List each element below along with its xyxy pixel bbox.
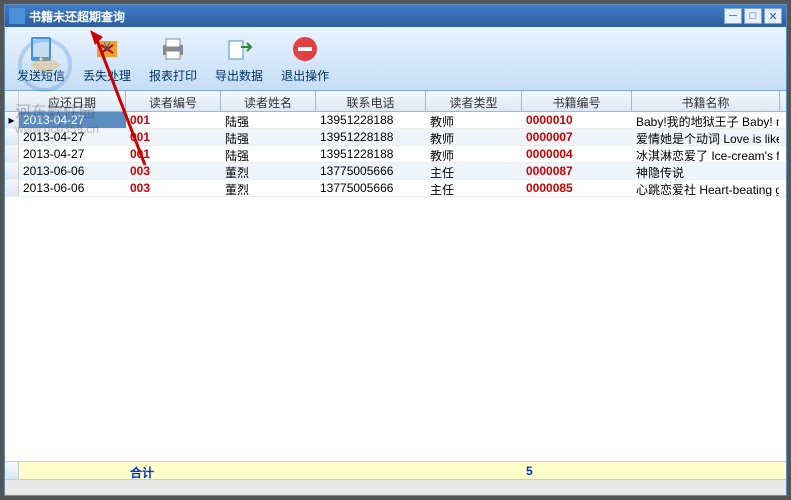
close-button[interactable]: ✕ xyxy=(764,8,782,24)
cell-reader-id: 001 xyxy=(126,146,221,162)
window-title: 书籍未还超期查询 xyxy=(29,8,724,25)
horizontal-scrollbar[interactable] xyxy=(5,479,786,495)
main-window: 书籍未还超期查询 ─ □ ✕ 发送短信 ¥ 丢失处理 报表打印 xyxy=(4,4,787,496)
toolbar: 发送短信 ¥ 丢失处理 报表打印 导出数据 退出操作 xyxy=(5,27,786,91)
footer-empty xyxy=(426,462,522,479)
print-icon xyxy=(157,33,189,65)
cell-date: 2013-04-27 xyxy=(19,146,126,162)
cell-phone: 13775005666 xyxy=(316,180,426,196)
footer-count: 5 xyxy=(522,462,632,479)
print-label: 报表打印 xyxy=(149,67,197,84)
footer-empty xyxy=(221,462,316,479)
lost-icon: ¥ xyxy=(91,33,123,65)
cell-reader-name: 董烈 xyxy=(221,163,316,179)
cell-reader-name: 陆强 xyxy=(221,112,316,128)
titlebar[interactable]: 书籍未还超期查询 ─ □ ✕ xyxy=(5,5,786,27)
footer-empty xyxy=(632,462,780,479)
cell-book-id: 0000087 xyxy=(522,163,632,179)
cell-phone: 13951228188 xyxy=(316,129,426,145)
cell-book-name: 心跳恋爱社 Heart-beating grou xyxy=(632,180,780,196)
cell-book-name: 神隐传说 xyxy=(632,163,780,179)
cell-book-id: 0000004 xyxy=(522,146,632,162)
grid-footer: 合计 5 xyxy=(5,461,786,479)
footer-empty xyxy=(316,462,426,479)
cell-date: 2013-06-06 xyxy=(19,180,126,196)
cell-reader-type: 主任 xyxy=(426,180,522,196)
row-indicator xyxy=(5,129,19,145)
cell-reader-id: 001 xyxy=(126,112,221,128)
cell-reader-id: 003 xyxy=(126,163,221,179)
exit-label: 退出操作 xyxy=(281,67,329,84)
row-indicator xyxy=(5,146,19,162)
row-indicator-header xyxy=(5,91,19,111)
cell-book-name: 爱情她是个动词 Love is like a xyxy=(632,129,780,145)
cell-reader-name: 董烈 xyxy=(221,180,316,196)
col-reader-type[interactable]: 读者类型 xyxy=(426,91,522,111)
cell-book-id: 0000085 xyxy=(522,180,632,196)
lost-handle-button[interactable]: ¥ 丢失处理 xyxy=(75,29,139,88)
table-row[interactable]: 2013-06-06 003 董烈 13775005666 主任 0000087… xyxy=(5,163,786,180)
cell-reader-type: 教师 xyxy=(426,146,522,162)
cell-book-id: 0000007 xyxy=(522,129,632,145)
cell-date: 2013-04-27 xyxy=(19,112,126,128)
cell-book-name: Baby!我的地狱王子 Baby! my he xyxy=(632,112,780,128)
data-grid: 应还日期 读者编号 读者姓名 联系电话 读者类型 书籍编号 书籍名称 ▸ 201… xyxy=(5,91,786,495)
table-row[interactable]: 2013-04-27 001 陆强 13951228188 教师 0000007… xyxy=(5,129,786,146)
cell-reader-name: 陆强 xyxy=(221,146,316,162)
minimize-button[interactable]: ─ xyxy=(724,8,742,24)
cell-date: 2013-04-27 xyxy=(19,129,126,145)
exit-button[interactable]: 退出操作 xyxy=(273,29,337,88)
svg-text:¥: ¥ xyxy=(103,40,111,54)
cell-phone: 13951228188 xyxy=(316,112,426,128)
cell-book-id: 0000010 xyxy=(522,112,632,128)
exit-icon xyxy=(289,33,321,65)
cell-reader-name: 陆强 xyxy=(221,129,316,145)
footer-date xyxy=(19,462,126,479)
row-indicator xyxy=(5,180,19,196)
table-row[interactable]: 2013-06-06 003 董烈 13775005666 主任 0000085… xyxy=(5,180,786,197)
cell-phone: 13775005666 xyxy=(316,163,426,179)
cell-book-name: 冰淇淋恋爱了 Ice-cream's fall xyxy=(632,146,780,162)
grid-body[interactable]: ▸ 2013-04-27 001 陆强 13951228188 教师 00000… xyxy=(5,112,786,461)
col-book-id[interactable]: 书籍编号 xyxy=(522,91,632,111)
maximize-button[interactable]: □ xyxy=(744,8,762,24)
table-row[interactable]: ▸ 2013-04-27 001 陆强 13951228188 教师 00000… xyxy=(5,112,786,129)
table-row[interactable]: 2013-04-27 001 陆强 13951228188 教师 0000004… xyxy=(5,146,786,163)
export-label: 导出数据 xyxy=(215,67,263,84)
footer-total-label: 合计 xyxy=(126,462,221,479)
cell-reader-type: 教师 xyxy=(426,112,522,128)
cell-reader-type: 教师 xyxy=(426,129,522,145)
print-report-button[interactable]: 报表打印 xyxy=(141,29,205,88)
export-icon xyxy=(223,33,255,65)
footer-indicator xyxy=(5,462,19,479)
col-phone[interactable]: 联系电话 xyxy=(316,91,426,111)
cell-phone: 13951228188 xyxy=(316,146,426,162)
col-book-name[interactable]: 书籍名称 xyxy=(632,91,780,111)
window-controls: ─ □ ✕ xyxy=(724,8,782,24)
col-date[interactable]: 应还日期 xyxy=(19,91,126,111)
row-indicator: ▸ xyxy=(5,112,19,128)
cell-reader-type: 主任 xyxy=(426,163,522,179)
cell-reader-id: 003 xyxy=(126,180,221,196)
app-icon xyxy=(9,8,25,24)
send-sms-button[interactable]: 发送短信 xyxy=(9,29,73,88)
row-indicator xyxy=(5,163,19,179)
col-reader-id[interactable]: 读者编号 xyxy=(126,91,221,111)
export-data-button[interactable]: 导出数据 xyxy=(207,29,271,88)
grid-header: 应还日期 读者编号 读者姓名 联系电话 读者类型 书籍编号 书籍名称 xyxy=(5,91,786,112)
col-reader-name[interactable]: 读者姓名 xyxy=(221,91,316,111)
cell-reader-id: 001 xyxy=(126,129,221,145)
sms-icon xyxy=(25,33,57,65)
sms-label: 发送短信 xyxy=(17,67,65,84)
cell-date: 2013-06-06 xyxy=(19,163,126,179)
lost-label: 丢失处理 xyxy=(83,67,131,84)
